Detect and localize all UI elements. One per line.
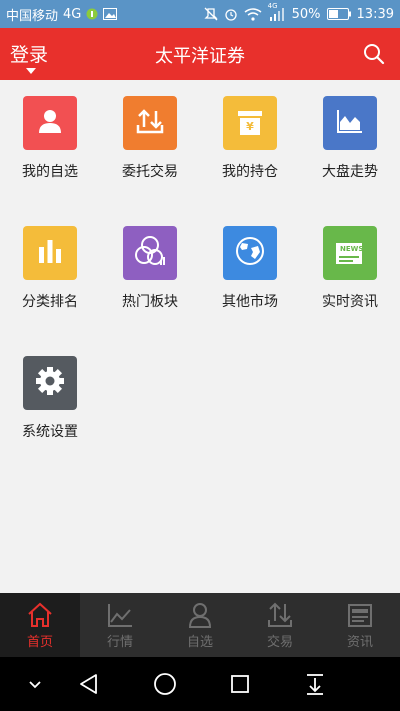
tab-label: 资讯 xyxy=(346,635,373,650)
tile-label: 我的持仓 xyxy=(222,164,278,180)
tile-icon-bg xyxy=(323,96,377,150)
tile-hot-sectors[interactable]: 热门板块 xyxy=(100,210,200,320)
tile-label: 实时资讯 xyxy=(322,294,378,310)
tab-label: 首页 xyxy=(26,635,53,650)
tile-label: 分类排名 xyxy=(22,294,78,310)
image-icon xyxy=(103,8,118,20)
tile-system-settings[interactable]: 系统设置 xyxy=(0,340,100,450)
tab-label: 自选 xyxy=(186,635,213,650)
currency-symbol: ¥ xyxy=(246,120,254,133)
clock: 13:39 xyxy=(356,6,394,22)
watchlist-icon xyxy=(186,601,214,629)
tile-icon-bg xyxy=(123,96,177,150)
cell-signal-icon: 4G xyxy=(268,2,286,21)
tile-my-holdings[interactable]: ¥ 我的持仓 xyxy=(200,80,300,190)
user-icon xyxy=(34,105,66,141)
tile-my-watchlist[interactable]: 我的自选 xyxy=(0,80,100,190)
search-icon[interactable] xyxy=(362,42,386,66)
notification-pull-icon[interactable] xyxy=(300,669,330,699)
network-label: 4G xyxy=(63,6,82,22)
back-icon[interactable] xyxy=(74,669,104,699)
mute-icon xyxy=(204,7,218,21)
tile-icon-bg xyxy=(23,226,77,280)
news-badge: NEWS xyxy=(340,245,364,253)
holdings-icon: ¥ xyxy=(234,107,266,139)
tab-label: 交易 xyxy=(266,635,293,650)
tile-entrust-trade[interactable]: 委托交易 xyxy=(100,80,200,190)
carrier-label: 中国移动 xyxy=(6,8,59,24)
tile-icon-bg xyxy=(23,96,77,150)
tab-watchlist[interactable]: 自选 xyxy=(160,593,240,657)
signal-tag: 4G xyxy=(267,1,278,10)
wifi-icon xyxy=(244,7,262,21)
gear-icon xyxy=(34,365,66,401)
tile-label: 大盘走势 xyxy=(322,164,378,180)
tile-market-trend[interactable]: 大盘走势 xyxy=(300,80,400,190)
tile-icon-bg: ¥ xyxy=(223,96,277,150)
menu-grid: 我的自选 委托交易 ¥ 我的持仓 大盘走势 分类排名 热门板块 其他市场 NEW… xyxy=(0,80,400,593)
globe-icon xyxy=(233,234,267,272)
tab-trade[interactable]: 交易 xyxy=(240,593,320,657)
home-icon xyxy=(26,601,54,629)
tile-other-markets[interactable]: 其他市场 xyxy=(200,210,300,320)
recents-icon[interactable] xyxy=(225,669,255,699)
tile-label: 委托交易 xyxy=(122,164,178,180)
news-icon: NEWS xyxy=(333,236,367,270)
tab-label: 行情 xyxy=(106,635,133,650)
tab-home[interactable]: 首页 xyxy=(0,593,80,657)
market-trend-icon xyxy=(334,105,366,141)
data-usage-icon xyxy=(86,8,98,20)
alarm-icon xyxy=(224,7,238,21)
tile-label: 其他市场 xyxy=(222,294,278,310)
battery-icon xyxy=(326,8,351,20)
news-tab-icon xyxy=(346,601,374,629)
status-bar: 中国移动 4G 4G 50% 13:39 xyxy=(0,0,400,28)
app-title: 太平洋证券 xyxy=(155,46,245,67)
tab-quotes[interactable]: 行情 xyxy=(80,593,160,657)
tab-news[interactable]: 资讯 xyxy=(320,593,400,657)
tile-icon-bg xyxy=(23,356,77,410)
system-nav-bar xyxy=(0,657,400,711)
tile-live-news[interactable]: NEWS 实时资讯 xyxy=(300,210,400,320)
tile-label: 系统设置 xyxy=(22,424,78,440)
hot-sectors-icon xyxy=(133,234,167,272)
chevron-down-icon[interactable] xyxy=(20,669,50,699)
trade-tab-icon xyxy=(266,601,294,629)
quotes-icon xyxy=(106,601,134,629)
tile-icon-bg: NEWS xyxy=(323,226,377,280)
bottom-tab-bar: 首页 行情 自选 交易 资讯 xyxy=(0,593,400,657)
tile-label: 热门板块 xyxy=(122,294,178,310)
home-nav-icon[interactable] xyxy=(150,669,180,699)
tile-label: 我的自选 xyxy=(22,164,78,180)
tile-category-ranking[interactable]: 分类排名 xyxy=(0,210,100,320)
app-header: 登录 太平洋证券 xyxy=(0,28,400,80)
login-dropdown-caret-icon[interactable] xyxy=(26,68,36,74)
trade-icon xyxy=(134,105,166,141)
bar-chart-icon xyxy=(34,235,66,271)
battery-percent: 50% xyxy=(291,6,321,22)
tile-icon-bg xyxy=(123,226,177,280)
tile-icon-bg xyxy=(223,226,277,280)
